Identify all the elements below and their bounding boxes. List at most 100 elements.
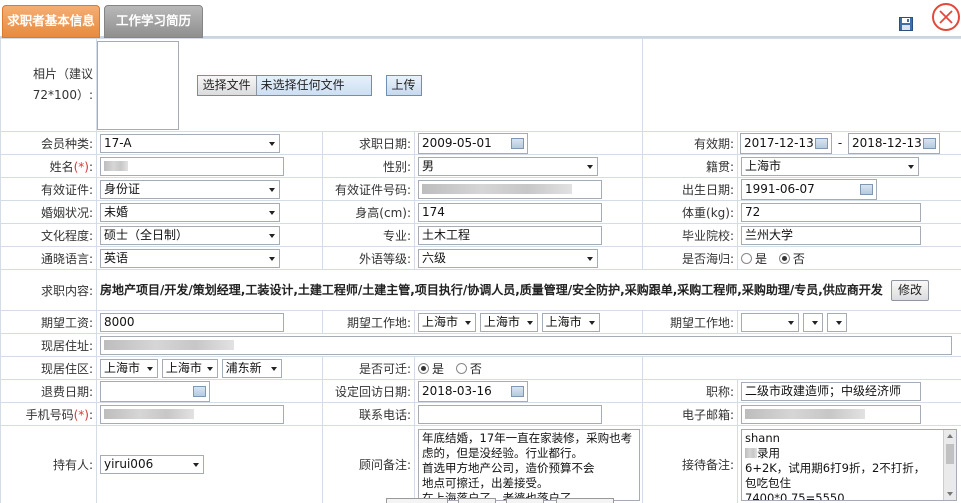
mobile-label: 手机号码(*): xyxy=(0,402,97,426)
salary-input[interactable]: 8000 xyxy=(100,312,284,332)
consultant-note-textarea[interactable]: 年底结婚，17年一直在家装修，采购也考 虑的，但是没经验。行业都行。 首选甲方地… xyxy=(418,428,640,501)
modify-button[interactable]: 修改 xyxy=(890,279,929,301)
redacted-text xyxy=(104,340,234,350)
photo-spacer xyxy=(642,38,961,132)
chevron-down-icon xyxy=(206,366,213,371)
revisit-date-input[interactable]: 2018-03-16 xyxy=(418,380,528,402)
redacted-text xyxy=(104,161,128,171)
district-select[interactable]: 上海市 xyxy=(100,358,158,378)
name-input[interactable] xyxy=(100,156,284,176)
membership-label: 会员种类: xyxy=(0,131,97,155)
id-number-label: 有效证件号码: xyxy=(322,177,415,201)
file-chooser[interactable]: 选择文件 未选择任何文件 xyxy=(196,74,372,96)
calendar-icon[interactable] xyxy=(923,137,936,149)
scroll-up-icon[interactable] xyxy=(947,433,953,438)
foreign-level-label: 外语等级: xyxy=(322,246,415,270)
chevron-down-icon xyxy=(269,233,275,238)
relocate-yes-radio[interactable] xyxy=(418,362,429,374)
language-select[interactable]: 英语 xyxy=(100,248,280,268)
choose-file-button[interactable]: 选择文件 xyxy=(197,75,257,95)
work-place-label: 期望工作地: xyxy=(322,310,415,334)
chevron-down-icon xyxy=(587,256,593,261)
job-content-label: 求职内容: xyxy=(0,269,97,311)
id-number-input[interactable] xyxy=(418,179,602,199)
refund-date-input[interactable] xyxy=(100,380,210,402)
district-select[interactable]: 浦东新 xyxy=(221,358,282,378)
scroll-down-icon[interactable] xyxy=(947,491,953,496)
email-label: 电子邮箱: xyxy=(642,402,738,426)
email-input[interactable] xyxy=(741,404,921,424)
validity-start-input[interactable]: 2017-12-13 xyxy=(740,132,832,154)
chevron-down-icon xyxy=(587,164,593,169)
name-label: 姓名(*): xyxy=(0,154,97,178)
work-place-select[interactable]: 上海市 xyxy=(479,312,538,332)
save-icon[interactable] xyxy=(899,17,913,31)
tab-work-study-resume[interactable]: 工作学习简历 xyxy=(104,5,203,38)
scrollbar-thumb[interactable] xyxy=(946,443,954,464)
returnee-yes-radio[interactable] xyxy=(741,252,752,264)
close-button[interactable] xyxy=(932,3,960,31)
bottom-button-partial[interactable] xyxy=(556,498,614,503)
calendar-icon[interactable] xyxy=(511,137,524,149)
bottom-button-partial[interactable] xyxy=(458,498,496,503)
reception-note-textarea[interactable]: shann 录用 6+2K，试用期6打9折，2不打折， 包吃包住 7400*0.… xyxy=(741,428,957,501)
redacted-text xyxy=(422,184,572,194)
validity-end-input[interactable]: 2018-12-13 xyxy=(848,132,940,154)
birth-date-input[interactable]: 1991-06-07 xyxy=(741,178,877,200)
tab-basic-info[interactable]: 求职者基本信息 xyxy=(2,5,100,38)
native-label: 籍贯: xyxy=(642,154,738,178)
id-type-select[interactable]: 身份证 xyxy=(100,179,280,199)
photo-preview xyxy=(97,40,179,130)
candidate-form: 相片（建议72*100）: 选择文件 未选择任何文件 上传 会员种类: 17-A … xyxy=(0,38,961,503)
calendar-icon[interactable] xyxy=(511,385,524,397)
calendar-icon[interactable] xyxy=(193,385,206,397)
district-select[interactable]: 上海市 xyxy=(161,358,218,378)
upload-button[interactable]: 上传 xyxy=(385,74,422,96)
marital-select[interactable]: 未婚 xyxy=(100,202,280,222)
redacted-text xyxy=(745,448,757,458)
work-place-select[interactable]: 上海市 xyxy=(418,312,476,332)
apply-date-input[interactable]: 2009-05-01 xyxy=(418,132,528,154)
chevron-down-icon xyxy=(588,320,595,325)
scrollbar[interactable] xyxy=(943,429,956,500)
chevron-down-icon xyxy=(465,320,471,325)
returnee-no-radio[interactable] xyxy=(778,252,790,264)
height-input[interactable]: 174 xyxy=(418,202,602,222)
chevron-down-icon xyxy=(526,320,533,325)
school-input[interactable]: 兰州大学 xyxy=(741,225,921,245)
work-place-2-select[interactable] xyxy=(826,312,847,332)
chevron-down-icon xyxy=(270,366,277,371)
work-place-2-select[interactable] xyxy=(741,312,799,332)
mobile-input[interactable] xyxy=(100,404,284,424)
work-place-2-select[interactable] xyxy=(802,312,823,332)
holder-select[interactable]: yirui006 xyxy=(100,455,204,474)
consultant-note-label: 顾问备注: xyxy=(322,425,415,503)
relocate-no-radio[interactable] xyxy=(455,362,467,374)
calendar-icon[interactable] xyxy=(860,183,873,195)
no-file-chosen-text: 未选择任何文件 xyxy=(256,75,371,95)
chevron-down-icon xyxy=(908,164,914,169)
native-select[interactable]: 上海市 xyxy=(741,156,919,176)
gender-select[interactable]: 男 xyxy=(418,156,598,176)
foreign-level-select[interactable]: 六级 xyxy=(418,248,598,268)
job-content-text: 房地产项目/开发/策划经理,工装设计,土建工程师/土建主管,项目执行/协调人员,… xyxy=(100,282,883,297)
membership-select[interactable]: 17-A xyxy=(100,133,280,153)
chevron-down-icon xyxy=(788,320,794,325)
education-label: 文化程度: xyxy=(0,223,97,247)
weight-input[interactable]: 72 xyxy=(741,202,921,222)
phone-input[interactable] xyxy=(418,404,602,424)
address-input[interactable] xyxy=(100,335,952,355)
work-place-select[interactable]: 上海市 xyxy=(541,312,600,332)
major-label: 专业: xyxy=(322,223,415,247)
chevron-down-icon xyxy=(835,320,842,325)
education-select[interactable]: 硕士（全日制） xyxy=(100,225,280,245)
weight-label: 体重(kg): xyxy=(642,200,738,224)
calendar-icon[interactable] xyxy=(815,137,828,149)
returnee-label: 是否海归: xyxy=(642,246,738,270)
birth-label: 出生日期: xyxy=(642,177,738,201)
major-input[interactable]: 土木工程 xyxy=(418,225,602,245)
chevron-down-icon xyxy=(147,366,153,371)
title-input[interactable]: 二级市政建造师；中级经济师 xyxy=(741,381,921,401)
bottom-button-partial[interactable] xyxy=(506,498,544,503)
bottom-button-partial[interactable] xyxy=(386,498,448,503)
